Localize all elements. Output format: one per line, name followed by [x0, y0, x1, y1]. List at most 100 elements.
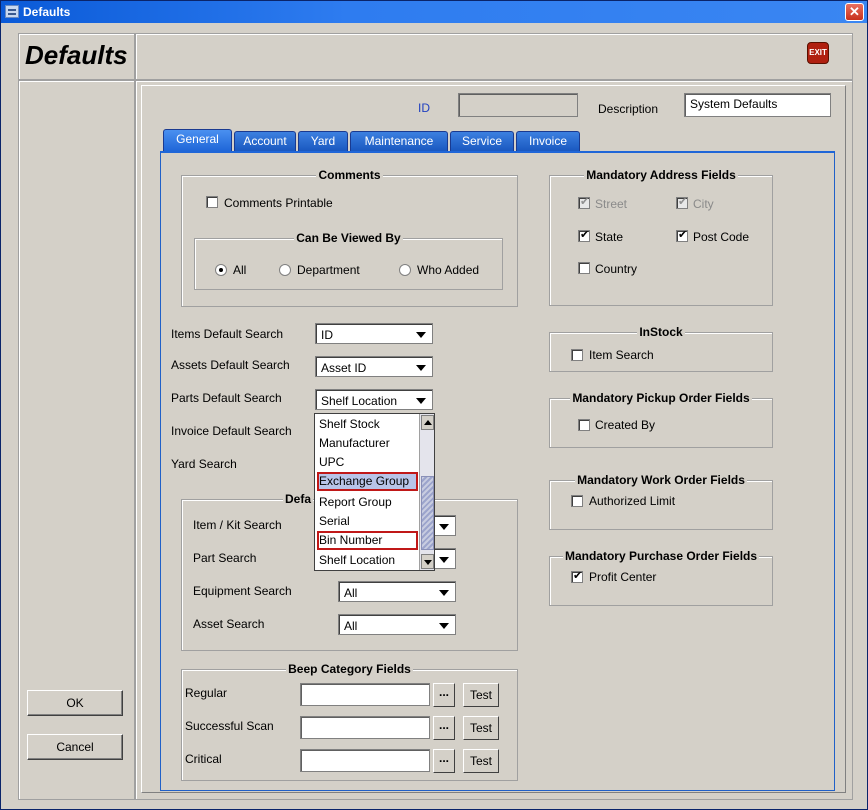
default-search-title: Defa — [283, 492, 314, 506]
chevron-down-icon — [439, 623, 449, 629]
radio-department-label: Department — [297, 263, 360, 277]
critical-test-button[interactable]: Test — [463, 749, 499, 773]
comments-printable-label: Comments Printable — [224, 196, 333, 210]
dropdown-option-upc[interactable]: UPC — [317, 453, 344, 472]
parts-search-dropdown-list[interactable]: Shelf Stock Manufacturer UPC Exchange Gr… — [314, 413, 435, 571]
tab-maintenance[interactable]: Maintenance — [350, 131, 448, 151]
regular-sound-field[interactable] — [300, 683, 430, 706]
asset-search-select[interactable]: All — [338, 614, 456, 635]
title-bar: Defaults — [1, 1, 867, 23]
authorized-limit-checkbox[interactable] — [571, 495, 583, 507]
country-label: Country — [595, 262, 638, 276]
radio-all[interactable] — [215, 264, 227, 276]
part-search-label: Part Search — [193, 551, 257, 565]
radio-all-label: All — [233, 263, 247, 277]
dropdown-option-serial[interactable]: Serial — [317, 512, 350, 531]
ok-button[interactable]: OK — [27, 690, 123, 716]
scroll-down-icon[interactable] — [421, 554, 434, 569]
exit-icon[interactable]: EXIT — [807, 42, 829, 64]
chevron-down-icon — [416, 332, 426, 338]
page-title: Defaults — [25, 40, 128, 70]
tab-general[interactable]: General — [163, 129, 232, 151]
beep-category-title: Beep Category Fields — [286, 662, 413, 676]
successful-scan-sound-field[interactable] — [300, 716, 430, 739]
defaults-window: Defaults ✕ Defaults EXIT ID Description … — [0, 0, 868, 810]
chevron-down-icon — [439, 557, 449, 563]
parts-default-search-label: Parts Default Search — [171, 391, 282, 405]
id-label: ID — [418, 101, 430, 115]
post-code-checkbox[interactable] — [676, 228, 688, 242]
assets-default-search-label: Assets Default Search — [171, 358, 290, 372]
yard-search-label: Yard Search — [171, 457, 237, 471]
item-kit-search-label: Item / Kit Search — [193, 518, 282, 532]
profit-center-checkbox[interactable] — [571, 569, 583, 583]
tab-yard[interactable]: Yard — [298, 131, 348, 151]
created-by-checkbox[interactable] — [578, 419, 590, 431]
mandatory-address-title: Mandatory Address Fields — [584, 168, 738, 182]
items-default-search-label: Items Default Search — [171, 327, 284, 341]
assets-default-search-select[interactable]: Asset ID — [315, 356, 433, 377]
header-panel: Defaults — [18, 33, 135, 80]
created-by-label: Created By — [595, 418, 656, 432]
critical-browse-button[interactable]: ... — [433, 749, 455, 773]
equipment-search-select[interactable]: All — [338, 581, 456, 602]
city-label: City — [693, 197, 714, 211]
comments-title: Comments — [316, 168, 383, 182]
dropdown-option-exchange-group[interactable]: Exchange Group — [317, 472, 418, 491]
close-button[interactable]: ✕ — [845, 3, 864, 21]
toolbar-panel — [135, 33, 853, 80]
item-search-label: Item Search — [589, 348, 654, 362]
description-field[interactable]: System Defaults — [684, 93, 831, 117]
country-checkbox[interactable] — [578, 262, 590, 274]
critical-sound-field[interactable] — [300, 749, 430, 772]
successful-scan-label: Successful Scan — [185, 719, 274, 733]
chevron-down-icon — [439, 524, 449, 530]
state-label: State — [595, 230, 624, 244]
comments-printable-checkbox[interactable] — [206, 196, 218, 208]
street-label: Street — [595, 197, 628, 211]
street-checkbox — [578, 195, 590, 209]
invoice-default-search-label: Invoice Default Search — [171, 424, 292, 438]
profit-center-label: Profit Center — [589, 570, 657, 584]
equipment-search-label: Equipment Search — [193, 584, 292, 598]
regular-browse-button[interactable]: ... — [433, 683, 455, 707]
chevron-down-icon — [416, 365, 426, 371]
purchase-order-title: Mandatory Purchase Order Fields — [562, 549, 760, 563]
tab-invoice[interactable]: Invoice — [516, 131, 580, 151]
parts-default-search-select[interactable]: Shelf Location — [315, 389, 433, 410]
description-label: Description — [598, 102, 659, 116]
radio-who-added[interactable] — [399, 264, 411, 276]
radio-who-added-label: Who Added — [417, 263, 480, 277]
scroll-thumb[interactable] — [421, 476, 434, 550]
asset-search-label: Asset Search — [193, 617, 265, 631]
cancel-button[interactable]: Cancel — [27, 734, 123, 760]
scroll-up-icon[interactable] — [421, 415, 434, 430]
dropdown-scrollbar[interactable] — [419, 414, 434, 570]
viewed-by-title: Can Be Viewed By — [294, 231, 403, 245]
successful-scan-test-button[interactable]: Test — [463, 716, 499, 740]
tab-account[interactable]: Account — [234, 131, 296, 151]
chevron-down-icon — [439, 590, 449, 596]
radio-department[interactable] — [279, 264, 291, 276]
item-search-checkbox[interactable] — [571, 349, 583, 361]
pickup-order-title: Mandatory Pickup Order Fields — [570, 391, 752, 405]
dropdown-option-shelf-stock[interactable]: Shelf Stock — [317, 415, 380, 434]
window-title: Defaults — [23, 5, 71, 19]
critical-label: Critical — [185, 752, 222, 766]
instock-title: InStock — [637, 325, 685, 339]
successful-scan-browse-button[interactable]: ... — [433, 716, 455, 740]
state-checkbox[interactable] — [578, 228, 590, 242]
city-checkbox — [676, 195, 688, 209]
dropdown-option-manufacturer[interactable]: Manufacturer — [317, 434, 390, 453]
regular-label: Regular — [185, 686, 228, 700]
dropdown-option-report-group[interactable]: Report Group — [317, 493, 392, 512]
items-default-search-select[interactable]: ID — [315, 323, 433, 344]
authorized-limit-label: Authorized Limit — [589, 494, 676, 508]
id-field[interactable] — [458, 93, 578, 117]
post-code-label: Post Code — [693, 230, 750, 244]
dropdown-option-bin-number[interactable]: Bin Number — [317, 531, 418, 550]
chevron-down-icon — [416, 398, 426, 404]
tab-service[interactable]: Service — [450, 131, 514, 151]
regular-test-button[interactable]: Test — [463, 683, 499, 707]
dropdown-option-shelf-location[interactable]: Shelf Location — [317, 551, 395, 570]
